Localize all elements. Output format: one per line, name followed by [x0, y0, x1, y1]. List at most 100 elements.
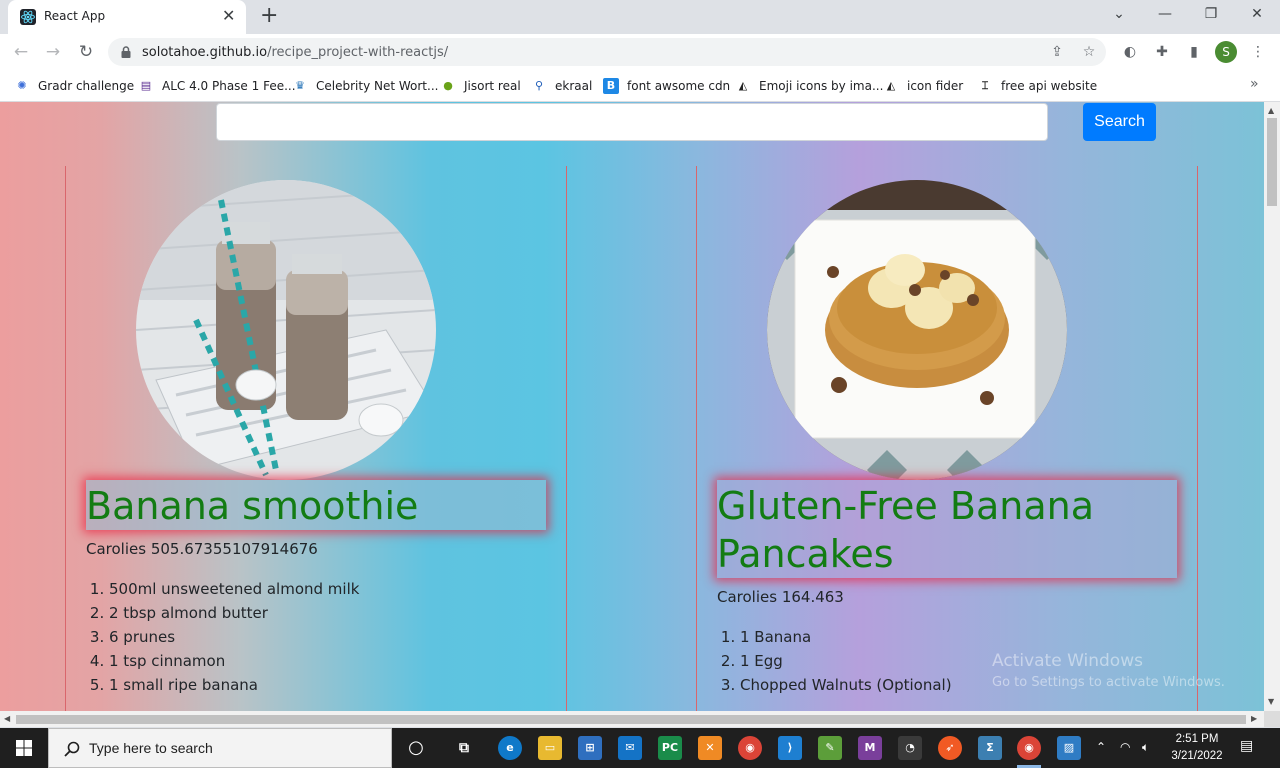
volume-icon[interactable]: 🔈︎ [1142, 740, 1149, 755]
bookmark-item[interactable]: ♛ Celebrity Net Wort... [292, 76, 438, 96]
scroll-down-icon[interactable]: ▼ [1268, 697, 1274, 706]
bookmark-item[interactable]: ⚲ ekraal [531, 76, 592, 96]
tab-search-icon[interactable]: ⌄ [1109, 4, 1129, 24]
tab-strip: React App ✕ + ⌄ — ❐ ✕ [0, 0, 1280, 34]
maple-icon[interactable]: M [858, 736, 882, 760]
windows-taskbar: Type here to search ○ ⧉ e ▭ ⊞ ✉ PC ✕ ◉ ⟩… [0, 728, 1280, 768]
react-icon [20, 9, 36, 25]
close-tab-icon[interactable]: ✕ [222, 7, 235, 25]
share-icon[interactable]: ⇪ [1048, 43, 1066, 61]
bookmark-label: ALC 4.0 Phase 1 Fee... [162, 79, 296, 93]
browser-tab[interactable]: React App ✕ [8, 0, 246, 34]
recipe-title: Gluten-Free Banana Pancakes [717, 480, 1177, 578]
mail-icon[interactable]: ✉ [618, 736, 642, 760]
ingredient-item: 6 prunes [109, 625, 359, 649]
new-tab-button[interactable]: + [260, 4, 278, 28]
edge-icon[interactable]: e [498, 736, 522, 760]
bookmark-label: Celebrity Net Wort... [316, 79, 439, 93]
watermark-subtitle: Go to Settings to activate Windows. [992, 675, 1225, 690]
vscode-icon[interactable]: ⟩ [778, 736, 802, 760]
task-view-icon[interactable]: ⧉ [452, 736, 476, 760]
tray-overflow-icon[interactable]: ⌃ [1096, 740, 1106, 754]
browser-toolbar: ← → ↻ solotahoe.github.io/recipe_project… [0, 34, 1280, 70]
side-panel-icon[interactable]: ▮ [1184, 42, 1204, 62]
horizontal-scrollbar[interactable]: ◀ ▶ [0, 711, 1264, 727]
cortana-icon[interactable]: ○ [404, 736, 428, 760]
api-icon: ⌶ [981, 79, 989, 92]
clock-date: 3/21/2022 [1171, 750, 1223, 762]
search-input[interactable] [216, 103, 1048, 141]
minimize-button[interactable]: — [1155, 4, 1175, 24]
recipe-calories: Carolies 505.67355107914676 [86, 540, 318, 558]
recipe-card: Gluten-Free Banana Pancakes Carolies 164… [696, 166, 1198, 711]
chrome-active-icon[interactable]: ◉ [1017, 736, 1041, 760]
vertical-scroll-thumb[interactable] [1267, 118, 1277, 206]
scroll-left-icon[interactable]: ◀ [4, 714, 10, 723]
bookmark-item[interactable]: ▤ ALC 4.0 Phase 1 Fee... [138, 76, 296, 96]
iconfinder-icon: ◭ [886, 79, 896, 92]
reload-button[interactable]: ↻ [74, 40, 98, 64]
ingredient-item: 1 Egg [740, 649, 952, 673]
pycharm-icon[interactable]: PC [658, 736, 682, 760]
search-icon [64, 741, 80, 757]
scroll-up-icon[interactable]: ▲ [1268, 106, 1274, 115]
bookmark-label: font awsome cdn [627, 79, 731, 93]
ingredient-list: 500ml unsweetened almond milk 2 tbsp alm… [109, 577, 359, 697]
ekraal-icon: ⚲ [534, 79, 544, 92]
store-icon[interactable]: ⊞ [578, 736, 602, 760]
bookmark-item[interactable]: ✺ Gradr challenge [14, 76, 134, 96]
notifications-icon[interactable]: ▤ [1240, 738, 1253, 754]
bookmark-item[interactable]: ◭ icon fider [883, 76, 963, 96]
bookmark-item[interactable]: ◭ Emoji icons by ima... [735, 76, 884, 96]
ingredient-item: 500ml unsweetened almond milk [109, 577, 359, 601]
xampp-icon[interactable]: ✕ [698, 736, 722, 760]
gradr-icon: ✺ [17, 79, 27, 92]
close-window-button[interactable]: ✕ [1247, 4, 1267, 24]
extensions-puzzle-icon[interactable]: ✚ [1152, 42, 1172, 62]
bookmark-label: free api website [1001, 79, 1098, 93]
gimp-icon[interactable]: ◔ [898, 736, 922, 760]
search-button[interactable]: Search [1083, 103, 1156, 141]
notepad-plus-icon[interactable]: ✎ [818, 736, 842, 760]
file-explorer-icon[interactable]: ▭ [538, 736, 562, 760]
restore-button[interactable]: ❐ [1201, 4, 1221, 24]
chrome-icon[interactable]: ◉ [738, 736, 762, 760]
bookmark-star-icon[interactable]: ☆ [1080, 43, 1098, 61]
calculator-icon[interactable]: Σ [978, 736, 1002, 760]
bookmark-item[interactable]: ● Jisort real [440, 76, 520, 96]
jisort-icon: ● [443, 79, 453, 92]
alc-icon: ▤ [140, 79, 152, 92]
postman-icon[interactable]: ➶ [938, 736, 962, 760]
extension-circle-icon[interactable]: ◐ [1120, 42, 1140, 62]
windows-start-icon[interactable] [0, 728, 48, 768]
photos-icon[interactable]: ▨ [1057, 736, 1081, 760]
scrollbar-corner [1264, 711, 1280, 727]
recipe-title: Banana smoothie [86, 480, 546, 530]
forward-button[interactable]: → [41, 40, 65, 64]
vertical-scrollbar[interactable]: ▲ ▼ [1264, 102, 1280, 711]
scroll-right-icon[interactable]: ▶ [1251, 714, 1257, 723]
bookmarks-bar: ✺ Gradr challenge ▤ ALC 4.0 Phase 1 Fee...… [0, 70, 1280, 102]
profile-avatar[interactable]: S [1215, 41, 1237, 63]
wifi-icon[interactable]: ◠ [1120, 740, 1130, 754]
pancake-photo [767, 180, 1067, 480]
url-host: solotahoe.github.io [142, 45, 268, 60]
back-button[interactable]: ← [9, 40, 33, 64]
bookmark-item[interactable]: ⌶ free api website [977, 76, 1097, 96]
taskbar-search-placeholder: Type here to search [89, 740, 213, 756]
bookmark-label: Emoji icons by ima... [759, 79, 884, 93]
bookmarks-overflow-icon[interactable]: » [1250, 76, 1259, 92]
ingredient-list: 1 Banana 1 Egg Chopped Walnuts (Optional… [740, 625, 952, 697]
horizontal-scroll-thumb[interactable] [16, 715, 1246, 724]
bookmark-item[interactable]: Bfont awsome cdn [603, 76, 730, 96]
crown-icon: ♛ [295, 79, 305, 92]
clock-time: 2:51 PM [1175, 733, 1219, 745]
ingredient-item: 1 tsp cinnamon [109, 649, 359, 673]
recipe-image [767, 180, 1067, 480]
system-clock[interactable]: 2:51 PM 3/21/2022 [1168, 731, 1226, 765]
menu-kebab-icon[interactable]: ⋮ [1248, 42, 1268, 62]
smoothie-photo [136, 180, 436, 480]
address-bar[interactable]: solotahoe.github.io/recipe_project-with-… [108, 38, 1106, 66]
recipe-image [136, 180, 436, 480]
taskbar-search-box[interactable]: Type here to search [48, 728, 392, 768]
